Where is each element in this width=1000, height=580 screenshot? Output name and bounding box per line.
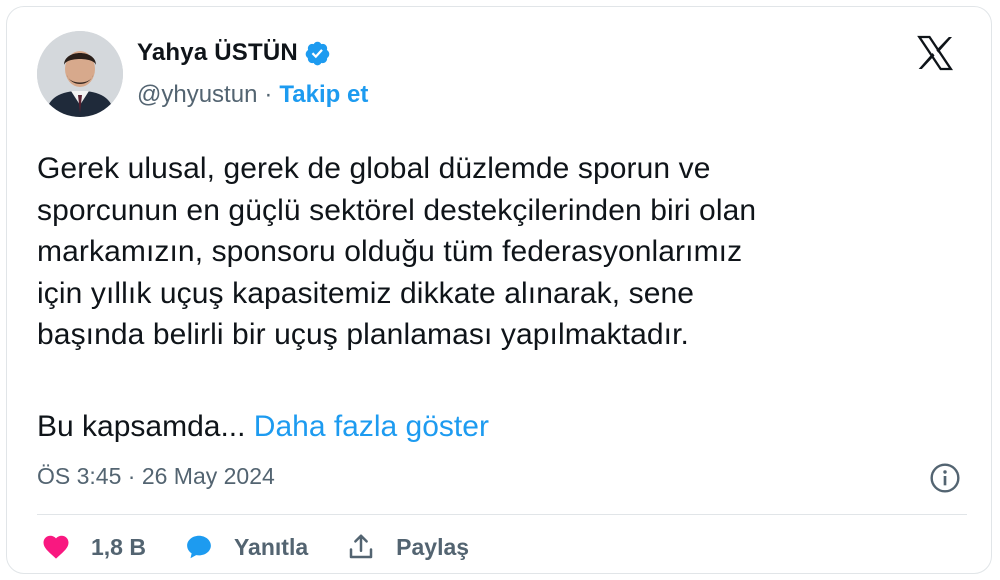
x-logo-icon[interactable] [915,33,955,73]
avatar[interactable] [37,31,123,117]
share-button[interactable]: Paylaş [346,532,469,562]
author-handle[interactable]: @yhyustun [137,81,257,109]
reply-bubble-icon [187,535,211,559]
share-label: Paylaş [396,533,470,560]
reply-label: Yanıtla [233,533,309,560]
tweet-more-row: Bu kapsamda... Daha fazla göster [37,407,489,447]
author-name[interactable]: Yahya ÜSTÜN [137,39,298,67]
share-icon [349,534,373,559]
author-name-row: Yahya ÜSTÜN [137,39,331,67]
like-button[interactable]: 1,8 B [41,532,146,562]
reply-button[interactable]: Yanıtla [184,532,308,562]
heart-icon [43,535,69,559]
tweet-card: Yahya ÜSTÜN @yhyustun · Takip et Gerek u… [6,6,992,574]
follow-button[interactable]: Takip et [279,81,368,109]
tweet-timestamp[interactable]: ÖS 3:45 · 26 May 2024 [37,463,275,490]
like-count: 1,8 B [91,533,146,560]
info-icon[interactable] [929,462,961,494]
author-handle-row: @yhyustun · Takip et [137,81,368,109]
verified-badge-icon [305,41,330,65]
separator-dot: · [264,81,273,108]
truncated-text: Bu kapsamda... [37,410,246,443]
avatar-image [37,31,123,117]
action-bar: 1,8 B Yanıtla Paylaş [41,532,507,562]
divider [37,514,967,515]
show-more-link[interactable]: Daha fazla göster [254,410,489,443]
tweet-text: Gerek ulusal, gerek de global düzlemde s… [37,152,757,351]
